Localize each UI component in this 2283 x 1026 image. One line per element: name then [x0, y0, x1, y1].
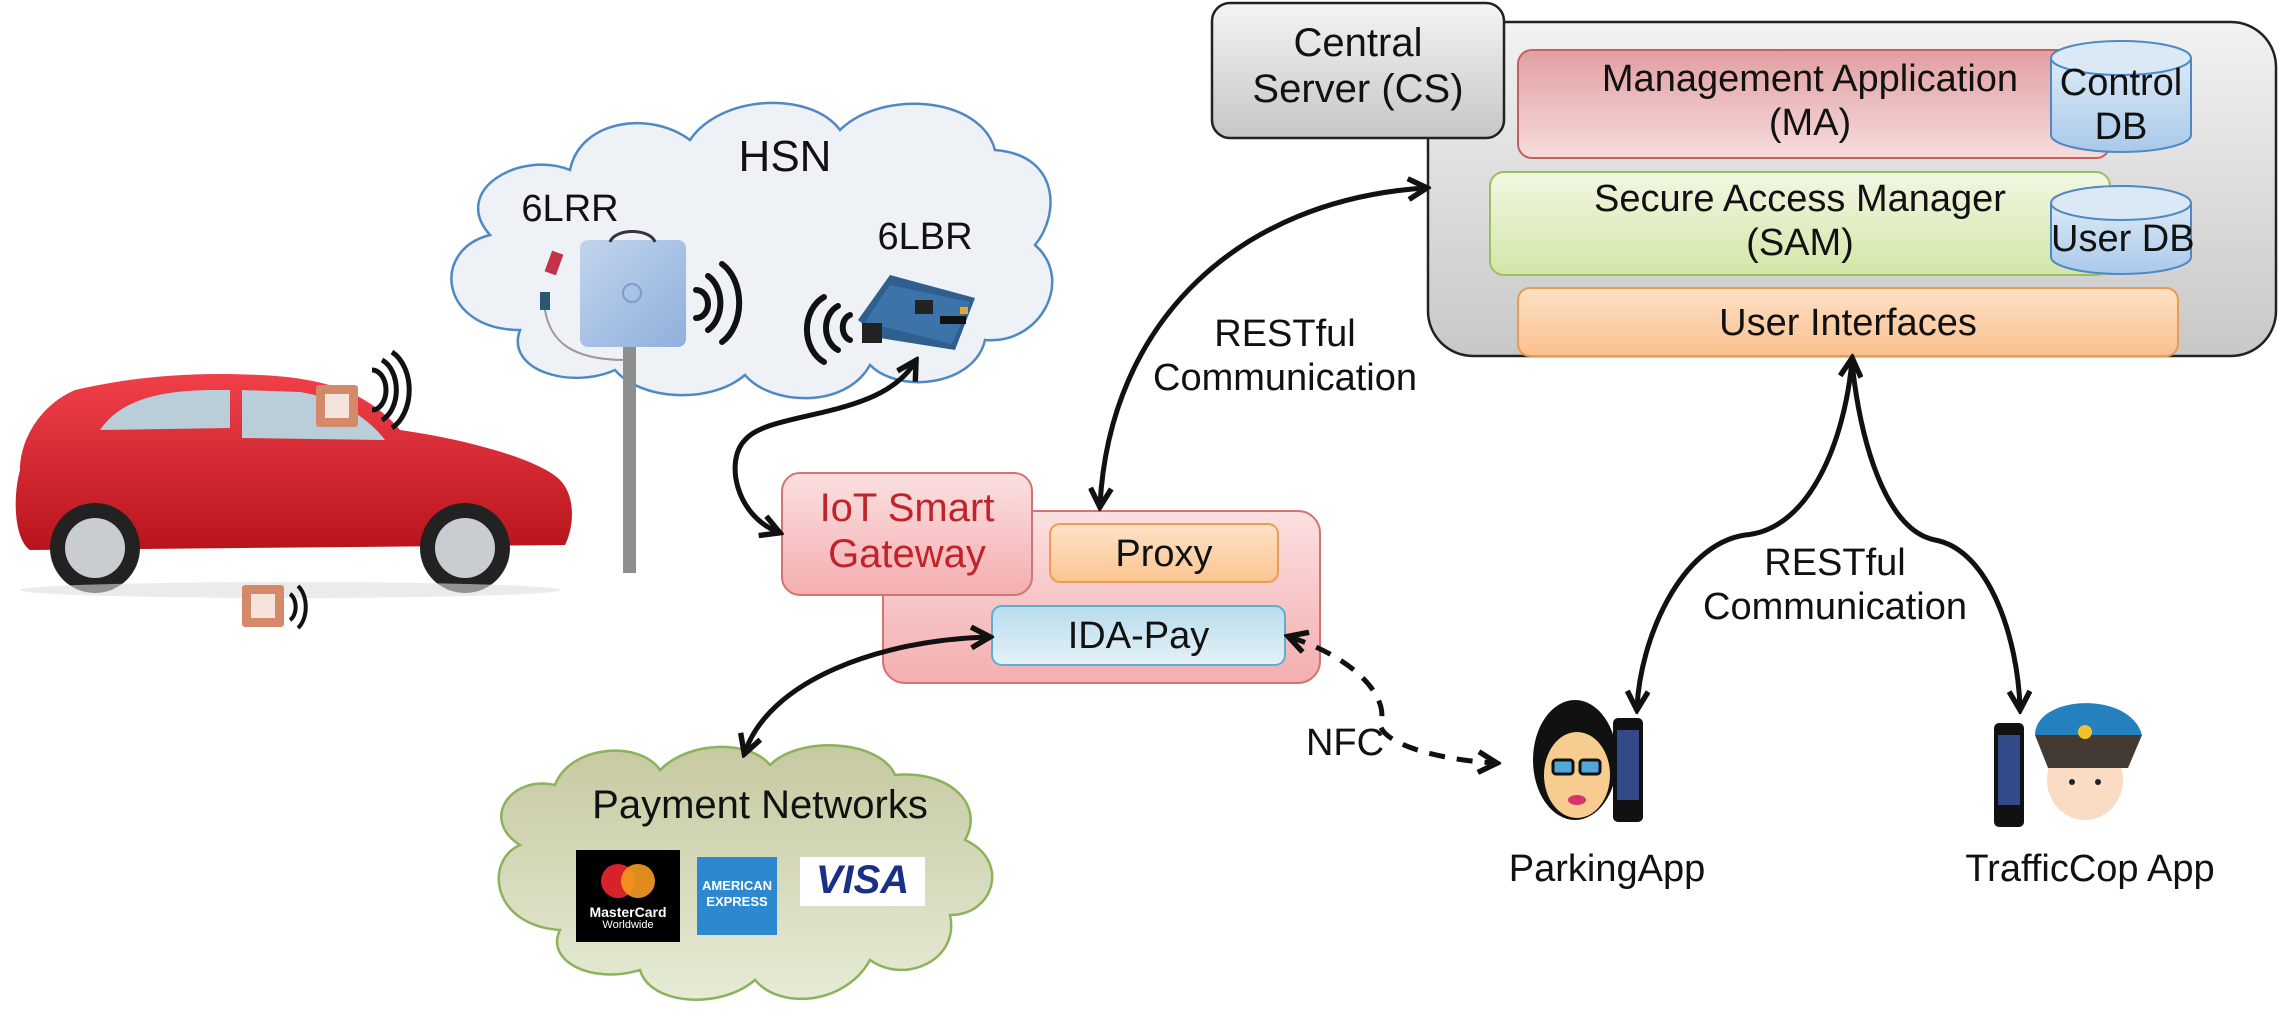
sam-label-line1: Secure Access Manager: [1594, 178, 2006, 220]
management-application-label: Management Application (MA): [1570, 58, 2050, 145]
amex-line1: AMERICAN: [701, 878, 773, 893]
central-server-title-line2: Server (CS): [1252, 67, 1464, 111]
trafficcop-app-label: TrafficCop App: [1965, 848, 2215, 890]
mastercard-line2: Worldwide: [602, 918, 654, 931]
gateway-title: IoT Smart Gateway: [782, 485, 1032, 577]
parking-user-icon: [1533, 700, 1643, 822]
amex-line2: EXPRESS: [706, 893, 768, 909]
sam-label-line2: (SAM): [1746, 221, 1854, 264]
amex-text: AMERICAN EXPRESS: [697, 878, 777, 909]
car-icon: [15, 373, 572, 598]
nfc-label: NFC: [1305, 722, 1385, 764]
ma-label-line2: (MA): [1768, 101, 1852, 144]
central-server-title: Central Server (CS): [1212, 20, 1504, 112]
arrow-ui-to-trafficcop: [1849, 361, 2020, 708]
control-db-line1: Control: [2059, 62, 2183, 104]
router-pole: [623, 340, 636, 573]
gateway-title-line2: Gateway: [828, 532, 986, 576]
control-db-line2: DB: [2094, 105, 2148, 148]
parkingapp-label: ParkingApp: [1508, 848, 1706, 890]
mastercard-text: MasterCard Worldwide: [576, 905, 680, 931]
proxy-label: Proxy: [1115, 533, 1213, 575]
border-router-6lbr-label: 6LBR: [877, 216, 973, 258]
visa-text: VISA: [815, 858, 910, 902]
gateway-title-line1: IoT Smart: [819, 486, 995, 530]
restful-gateway-label: RESTful Communication: [1150, 313, 1420, 400]
router-6lrr-label: 6LRR: [521, 188, 619, 230]
ida-pay-label: IDA-Pay: [1067, 615, 1210, 657]
hsn-title: HSN: [738, 132, 832, 181]
control-db-label: Control DB: [2051, 62, 2191, 149]
mastercard-line1: MasterCard: [589, 904, 667, 920]
ma-label-line1: Management Application: [1601, 58, 2019, 100]
restful-gateway-line1: RESTful: [1214, 313, 1356, 355]
arrow-ui-to-parkingapp: [1637, 360, 1852, 708]
restful-apps-line2: Communication: [1703, 585, 1967, 628]
restful-apps-line1: RESTful: [1764, 542, 1906, 584]
payment-networks-title: Payment Networks: [592, 783, 928, 827]
central-server-title-line1: Central: [1293, 21, 1423, 65]
user-db-label: User DB: [2051, 218, 2195, 260]
trafficcop-user-icon: [1994, 703, 2142, 827]
user-interfaces-label: User Interfaces: [1719, 302, 1977, 344]
restful-apps-label: RESTful Communication: [1700, 542, 1970, 629]
restful-gateway-line2: Communication: [1153, 356, 1417, 399]
secure-access-manager-label: Secure Access Manager (SAM): [1540, 178, 2060, 265]
